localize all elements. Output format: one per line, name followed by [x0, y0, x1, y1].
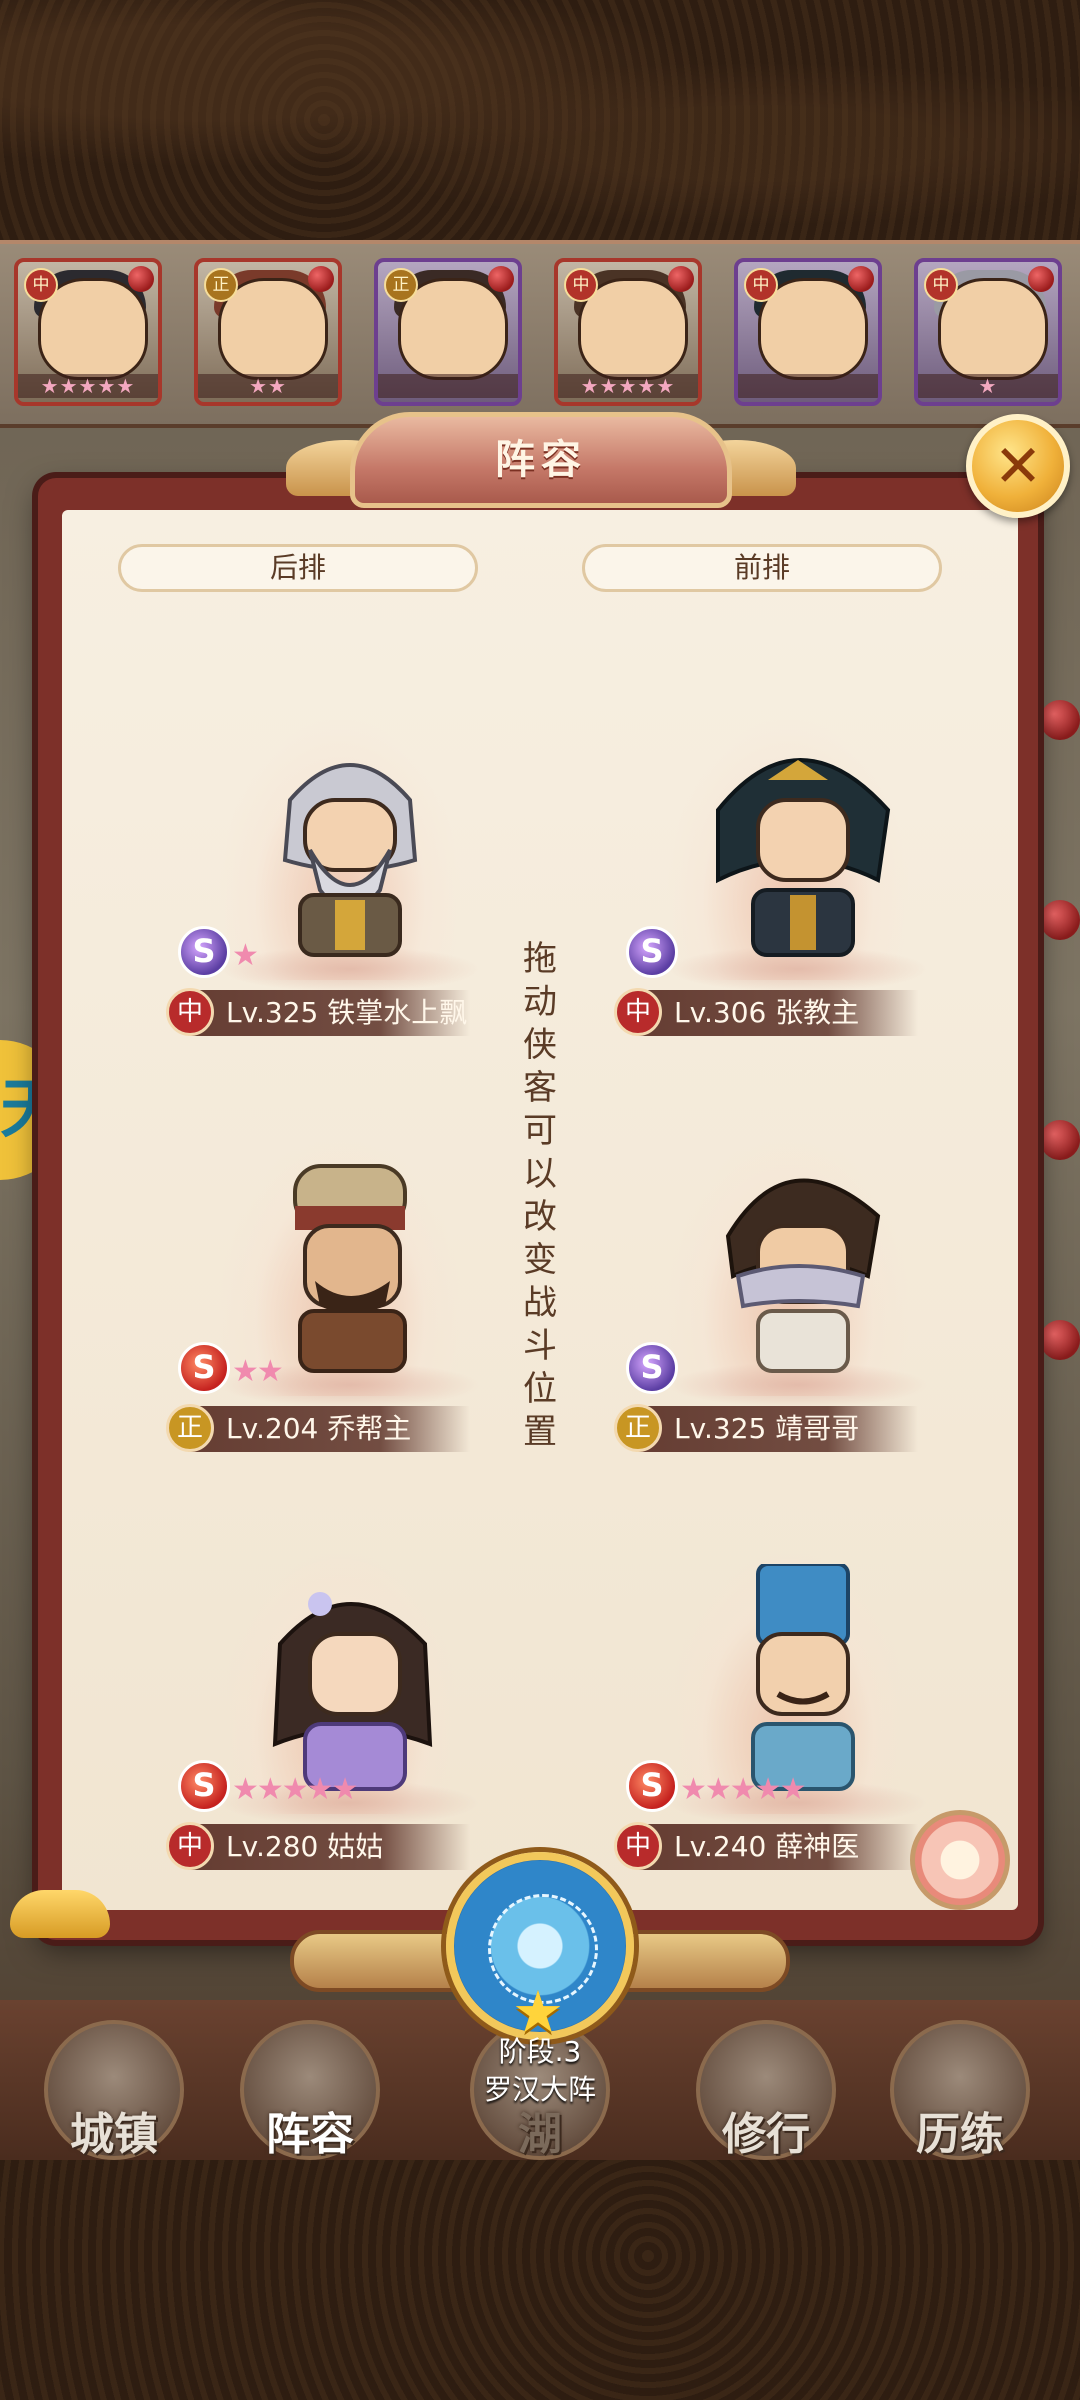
nav-lineup-label: 阵容 — [266, 2109, 354, 2160]
hero-portrait-jinggege[interactable] — [698, 1146, 898, 1386]
hero-stars: ★★ — [198, 374, 338, 398]
lineup-slot-back-2[interactable]: S ★★ 正 Lv.204 乔帮主 — [160, 1116, 520, 1452]
notification-dot — [848, 266, 874, 292]
nav-practice-label: 修行 — [722, 2109, 810, 2160]
ruyi-ornament — [10, 1890, 110, 1938]
top-decorative-band — [0, 0, 1080, 240]
hero-level: Lv.306 — [674, 996, 767, 1029]
hero-name: 薛神医 — [775, 1830, 860, 1863]
hero-level: Lv.280 — [226, 1830, 319, 1863]
hero-card[interactable]: 中 — [734, 258, 882, 406]
lineup-slot-front-3[interactable]: S ★★★★★ 中 Lv.240 薛神医 — [608, 1534, 968, 1870]
hero-level: Lv.325 — [674, 1412, 767, 1445]
camp-tag: 中 — [564, 268, 598, 302]
hero-card[interactable]: 中 ★★★★★ — [14, 258, 162, 406]
hero-name-plate: 中 Lv.240 薛神医 — [614, 1822, 918, 1870]
bottom-decorative-band — [0, 2160, 1080, 2400]
camp-badge: 正 — [166, 1404, 214, 1452]
hero-level-name: Lv.306 张教主 — [674, 990, 859, 1036]
red-lantern-icon — [1040, 900, 1080, 940]
camp-tag: 正 — [384, 268, 418, 302]
hero-level-name: Lv.325 铁掌水上飘 — [226, 990, 467, 1036]
front-row-header: 前排 — [582, 544, 942, 592]
lineup-slot-back-1[interactable]: S ★ 中 Lv.325 铁掌水上飘 — [160, 700, 520, 1036]
rank-emblem: S — [626, 1760, 678, 1812]
rank-emblem: S — [178, 1342, 230, 1394]
hero-portrait-zhangjiaozhu[interactable] — [698, 730, 898, 970]
red-lantern-icon — [1040, 1320, 1080, 1360]
notification-dot — [668, 266, 694, 292]
hero-name: 张教主 — [775, 996, 860, 1029]
notification-dot — [1028, 266, 1054, 292]
formation-stage: 阶段.3 — [498, 2035, 582, 2068]
nav-trial-label: 历练 — [916, 2109, 1004, 2160]
hero-card[interactable]: 中 ★★★★★ — [554, 258, 702, 406]
rank-emblem: S — [178, 1760, 230, 1812]
camp-badge: 正 — [614, 1404, 662, 1452]
hero-name: 铁掌水上飘 — [327, 996, 468, 1029]
rank-emblem: S — [178, 926, 230, 978]
hero-level: Lv.240 — [674, 1830, 767, 1863]
slot-stars: ★★★★★ — [680, 1772, 806, 1807]
back-row-header: 后排 — [118, 544, 478, 592]
camp-tag: 中 — [24, 268, 58, 302]
hero-level: Lv.204 — [226, 1412, 319, 1445]
hero-name-plate: 正 Lv.204 乔帮主 — [166, 1404, 470, 1452]
slot-stars: ★★ — [232, 1354, 284, 1389]
hero-name: 姑姑 — [327, 1830, 384, 1863]
hero-name: 靖哥哥 — [775, 1412, 860, 1445]
camp-badge: 中 — [166, 1822, 214, 1870]
lineup-slot-front-1[interactable]: S 中 Lv.306 张教主 — [608, 700, 968, 1036]
hero-level-name: Lv.240 薛神医 — [674, 1824, 859, 1870]
hero-name-plate: 中 Lv.280 姑姑 — [166, 1822, 470, 1870]
dialog-title-plate: 阵容 — [350, 412, 732, 508]
drag-hint-text: 拖动侠客可以改变战斗位置 — [523, 939, 557, 1452]
hero-level-name: Lv.280 姑姑 — [226, 1824, 383, 1870]
camp-tag: 中 — [924, 268, 958, 302]
notification-dot — [488, 266, 514, 292]
red-lantern-icon — [1040, 700, 1080, 740]
nav-town-label: 城镇 — [70, 2109, 158, 2160]
camp-tag: 中 — [744, 268, 778, 302]
hero-stars — [378, 374, 518, 398]
hero-portrait-xueshenyi[interactable] — [698, 1564, 898, 1804]
hero-stars: ★★★★★ — [18, 374, 158, 398]
hero-portrait-gugu[interactable] — [250, 1564, 450, 1804]
rank-emblem: S — [626, 926, 678, 978]
slot-stars: ★★★★★ — [232, 1772, 358, 1807]
hero-card[interactable]: 正 ★★ — [194, 258, 342, 406]
lineup-slot-back-3[interactable]: S ★★★★★ 中 Lv.280 姑姑 — [160, 1534, 520, 1870]
close-icon: ✕ — [993, 432, 1043, 500]
notification-dot — [308, 266, 334, 292]
camp-badge: 中 — [166, 988, 214, 1036]
notification-dot — [128, 266, 154, 292]
hero-stars — [738, 374, 878, 398]
pinwheel-icon[interactable] — [910, 1810, 1010, 1910]
camp-badge: 中 — [614, 1822, 662, 1870]
hero-name-plate: 正 Lv.325 靖哥哥 — [614, 1404, 918, 1452]
hero-name-plate: 中 Lv.325 铁掌水上飘 — [166, 988, 470, 1036]
hero-level-name: Lv.204 乔帮主 — [226, 1406, 411, 1452]
rank-emblem: S — [626, 1342, 678, 1394]
camp-badge: 中 — [614, 988, 662, 1036]
lineup-slot-front-2[interactable]: S 正 Lv.325 靖哥哥 — [608, 1116, 968, 1452]
hero-level: Lv.325 — [226, 996, 319, 1029]
hero-portrait-qiaobangzhu[interactable] — [250, 1146, 450, 1386]
hero-card[interactable]: 中 ★ — [914, 258, 1062, 406]
red-lantern-icon — [1040, 1120, 1080, 1160]
slot-stars: ★ — [232, 938, 259, 973]
hero-card[interactable]: 正 — [374, 258, 522, 406]
hero-name: 乔帮主 — [327, 1412, 412, 1445]
dialog-title: 阵容 — [495, 437, 587, 483]
formation-name: 罗汉大阵 — [483, 2073, 596, 2106]
hero-portrait-tiezhang[interactable] — [250, 730, 450, 970]
hero-stars: ★★★★★ — [558, 374, 698, 398]
camp-tag: 正 — [204, 268, 238, 302]
hero-level-name: Lv.325 靖哥哥 — [674, 1406, 859, 1452]
hero-name-plate: 中 Lv.306 张教主 — [614, 988, 918, 1036]
hero-stars: ★ — [918, 374, 1058, 398]
close-button[interactable]: ✕ — [966, 414, 1070, 518]
